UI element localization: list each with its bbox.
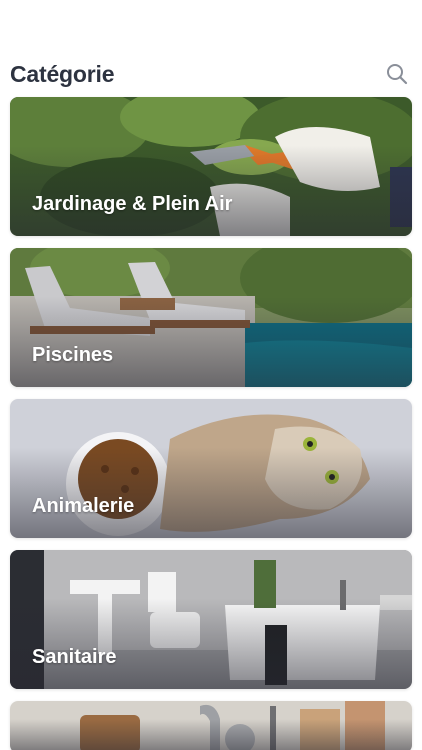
category-label: Animalerie <box>32 495 135 517</box>
category-label: Jardinage & Plein Air <box>32 193 233 215</box>
category-card-kitchen[interactable] <box>10 701 412 750</box>
category-label: Piscines <box>32 344 114 366</box>
category-card-sanitaire[interactable]: Sanitaire <box>10 550 412 689</box>
category-card-jardinage[interactable]: Jardinage & Plein Air <box>10 97 412 236</box>
page-title: Catégorie <box>10 60 115 87</box>
category-list: Jardinage & Plein Air Piscines Animaleri… <box>10 97 412 750</box>
search-icon <box>387 64 408 85</box>
category-card-piscines[interactable]: Piscines <box>10 248 412 387</box>
top-bar: Catégorie <box>10 56 410 92</box>
search-button[interactable] <box>384 61 410 87</box>
category-card-animalerie[interactable]: Animalerie <box>10 399 412 538</box>
category-label: Sanitaire <box>32 646 117 668</box>
